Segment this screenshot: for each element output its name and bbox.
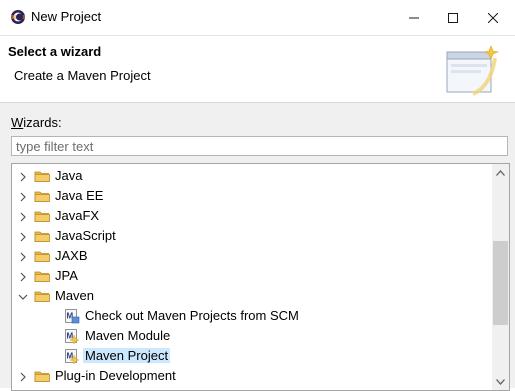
maven-scm-icon: M xyxy=(64,308,80,324)
folder-icon xyxy=(34,168,50,184)
chevron-down-icon xyxy=(496,378,505,385)
banner-title: Select a wizard xyxy=(8,44,102,59)
new-wizard-graphic xyxy=(446,45,500,96)
window-title: New Project xyxy=(31,9,102,24)
close-button[interactable] xyxy=(475,0,511,35)
tree-item-javafx[interactable]: JavaFX xyxy=(12,206,492,226)
tree-item-maven-project[interactable]: M Maven Project xyxy=(12,346,492,366)
folder-icon xyxy=(34,248,50,264)
vertical-scrollbar[interactable] xyxy=(492,164,509,390)
tree-item-jaxb[interactable]: JAXB xyxy=(12,246,492,266)
chevron-right-icon[interactable] xyxy=(18,190,28,202)
tree-item-label: Maven Project xyxy=(83,348,171,363)
title-bar: New Project xyxy=(0,0,515,36)
folder-icon xyxy=(34,288,50,304)
chevron-down-icon[interactable] xyxy=(18,290,28,300)
tree-item-label: Maven Module xyxy=(85,328,171,343)
minimize-button[interactable] xyxy=(396,0,432,35)
maximize-button[interactable] xyxy=(435,0,471,35)
maven-icon: M xyxy=(64,328,80,345)
filter-input[interactable] xyxy=(11,136,508,156)
wizards-label-mnemonic: W xyxy=(11,115,24,130)
tree-item-label: Plug-in Development xyxy=(55,368,176,383)
tree-item-label: JPA xyxy=(55,268,78,283)
tree-item-check-out-maven-projects-from-scm[interactable]: M Check out Maven Projects from SCM xyxy=(12,306,492,326)
wizard-body: Wizards: Plug-in DevelopmentMMaven Proje… xyxy=(0,103,515,391)
minimize-icon xyxy=(409,17,419,18)
maven-icon: M xyxy=(64,348,80,365)
tree-item-label: JavaFX xyxy=(55,208,100,223)
tree-item-maven-module[interactable]: M Maven Module xyxy=(12,326,492,346)
chevron-right-icon[interactable] xyxy=(18,370,28,382)
tree-item-javascript[interactable]: JavaScript xyxy=(12,226,492,246)
banner-description: Create a Maven Project xyxy=(14,68,151,83)
chevron-up-icon xyxy=(496,169,505,176)
wizards-label-rest: izards: xyxy=(23,115,62,130)
folder-icon xyxy=(34,228,50,244)
folder-icon xyxy=(34,208,50,224)
tree-item-label: JAXB xyxy=(55,248,88,263)
wizards-label: Wizards: xyxy=(11,115,62,130)
tree-item-plug-in-development[interactable]: Plug-in Development xyxy=(12,366,492,386)
scroll-thumb[interactable] xyxy=(493,241,508,325)
tree-item-jpa[interactable]: JPA xyxy=(12,266,492,286)
scroll-down-button[interactable] xyxy=(492,373,509,390)
folder-icon xyxy=(34,368,50,384)
tree-item-label: Check out Maven Projects from SCM xyxy=(85,308,299,323)
tree-item-java[interactable]: Java xyxy=(12,166,492,186)
maximize-icon xyxy=(448,12,458,23)
tree-item-label: JavaScript xyxy=(55,228,116,243)
chevron-right-icon[interactable] xyxy=(18,210,28,222)
chevron-right-icon[interactable] xyxy=(18,170,28,182)
wizard-tree[interactable]: Plug-in Development M Maven Project M Maven … xyxy=(11,163,510,391)
folder-icon xyxy=(34,188,50,204)
chevron-right-icon[interactable] xyxy=(18,250,28,262)
tree-item-maven[interactable]: Maven xyxy=(12,286,492,306)
tree-item-label: Java xyxy=(55,168,83,183)
wizard-banner: Select a wizard Create a Maven Project xyxy=(0,36,515,103)
chevron-right-icon[interactable] xyxy=(18,270,28,282)
close-icon xyxy=(488,12,498,23)
eclipse-icon xyxy=(11,10,25,24)
folder-icon xyxy=(34,268,50,284)
tree-item-label: Maven xyxy=(55,288,95,303)
tree-item-java-ee[interactable]: Java EE xyxy=(12,186,492,206)
chevron-right-icon[interactable] xyxy=(18,230,28,242)
scroll-up-button[interactable] xyxy=(492,164,509,181)
tree-item-label: Java EE xyxy=(55,188,104,203)
